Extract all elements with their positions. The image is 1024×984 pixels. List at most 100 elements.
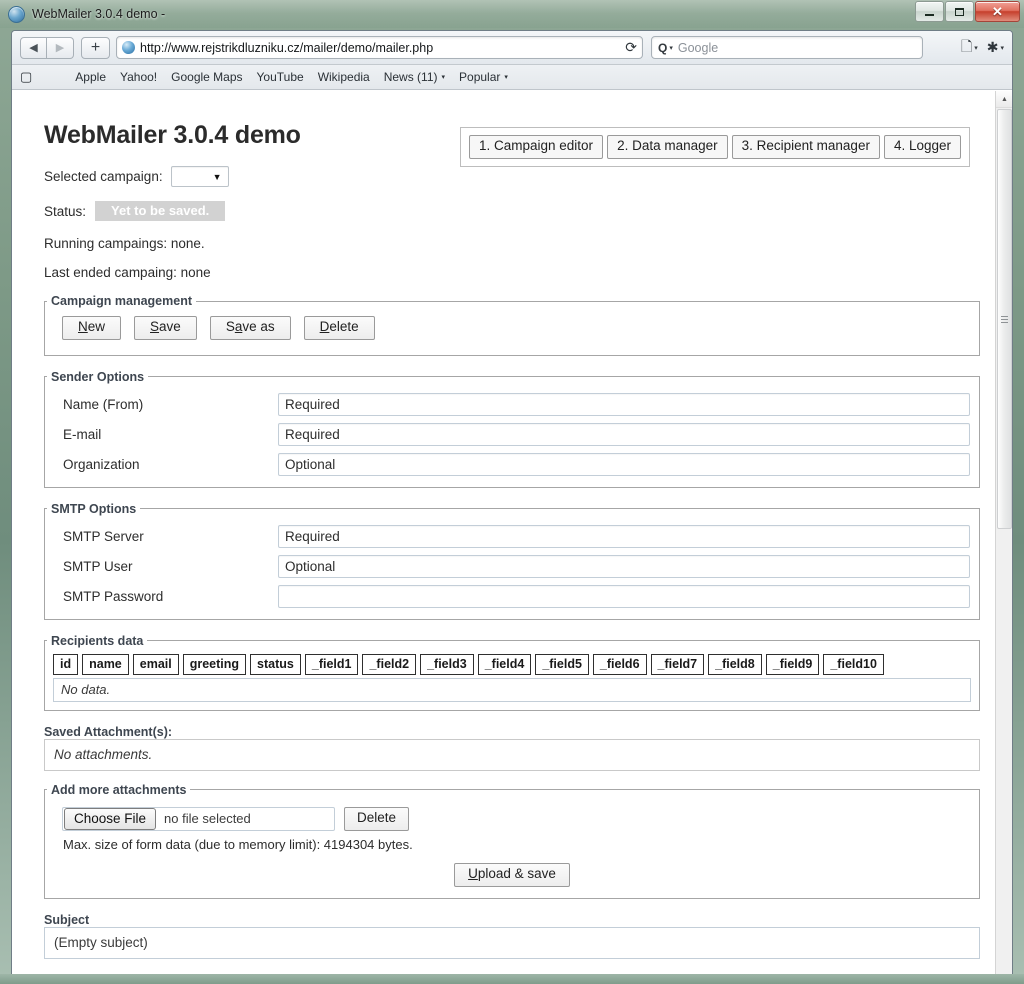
back-button[interactable]: ◀ xyxy=(20,36,47,59)
add-attachments-section: Add more attachments Choose File no file… xyxy=(44,782,980,899)
subject-input[interactable]: (Empty subject) xyxy=(44,926,980,959)
selected-campaign-row: Selected campaign: ▼ xyxy=(44,166,980,187)
smtp-user-input[interactable]: Optional xyxy=(278,554,970,578)
tab-campaign-editor[interactable]: 1. Campaign editor xyxy=(468,135,604,159)
organization-input[interactable]: Optional xyxy=(278,452,970,476)
subject-section: Subject (Empty subject) xyxy=(44,912,980,959)
plus-icon: + xyxy=(90,38,101,56)
column-header-field5[interactable]: _field5 xyxy=(535,653,589,675)
last-ended-campaign-row: Last ended campaing: none xyxy=(44,265,211,280)
column-header-email[interactable]: email xyxy=(132,653,179,675)
browser-toolbar: ◀ ▶ + http://www.rejstrikdluzniku.cz/mai… xyxy=(12,31,1012,65)
delete-button[interactable]: Delete xyxy=(303,316,375,340)
scroll-up-button[interactable]: ▲ xyxy=(996,91,1012,108)
close-icon: ✕ xyxy=(992,4,1003,19)
column-header-greeting[interactable]: greeting xyxy=(182,653,247,675)
tab-logger[interactable]: 4. Logger xyxy=(883,135,961,159)
delete-attachment-button[interactable]: Delete xyxy=(344,806,410,831)
status-row: Status: Yet to be saved. xyxy=(44,201,980,221)
max-size-note: Max. size of form data (due to memory li… xyxy=(63,836,413,852)
selected-campaign-label: Selected campaign: xyxy=(44,169,163,184)
toolbar-right-actions: 🗋 ▾ ✱ ▾ xyxy=(951,36,1004,60)
bookmark-wikipedia[interactable]: Wikipedia xyxy=(318,70,370,84)
file-input[interactable]: Choose File no file selected xyxy=(62,806,335,831)
tab-label: 2. Data manager xyxy=(617,138,718,153)
bookmark-news[interactable]: News (11) ▾ xyxy=(384,70,445,84)
column-header-field6[interactable]: _field6 xyxy=(592,653,647,675)
bookmark-youtube[interactable]: YouTube xyxy=(257,70,304,84)
scrollbar-thumb[interactable] xyxy=(997,109,1012,529)
choose-file-button[interactable]: Choose File xyxy=(64,807,157,830)
section-navigation: 1. Campaign editor 2. Data manager 3. Re… xyxy=(459,127,970,167)
settings-button[interactable]: ✱ ▾ xyxy=(987,39,1004,56)
upload-and-save-button[interactable]: Upload & save xyxy=(454,862,570,887)
tab-label: 1. Campaign editor xyxy=(478,138,594,153)
new-button[interactable]: New xyxy=(62,316,122,340)
column-header-field10[interactable]: _field10 xyxy=(823,653,884,675)
back-icon: ◀ xyxy=(29,42,38,54)
bookmark-apple[interactable]: Apple xyxy=(75,70,106,84)
column-header-status[interactable]: status xyxy=(250,653,301,675)
column-header-field8[interactable]: _field8 xyxy=(708,653,762,675)
new-tab-button[interactable]: + xyxy=(81,36,110,59)
address-bar[interactable]: http://www.rejstrikdluzniku.cz/mailer/de… xyxy=(116,36,643,59)
top-sites-grid-icon[interactable] xyxy=(46,72,61,83)
chevron-down-icon: ▾ xyxy=(974,44,978,52)
maximize-button[interactable] xyxy=(945,1,974,22)
column-header-name[interactable]: name xyxy=(82,653,129,675)
column-header-field9[interactable]: _field9 xyxy=(765,653,820,675)
search-bar[interactable]: Q ▾ Google xyxy=(651,36,923,59)
file-upload-row: Choose File no file selected Delete xyxy=(54,805,970,831)
search-icon: Q xyxy=(658,40,668,55)
forward-button[interactable]: ▶ xyxy=(47,36,74,59)
page-actions-button[interactable]: 🗋 ▾ xyxy=(961,36,978,60)
site-favicon-icon xyxy=(122,41,135,54)
campaign-select[interactable]: ▼ xyxy=(170,166,229,187)
page-scrollbar[interactable]: ▲ xyxy=(995,91,1012,974)
globe-icon xyxy=(8,5,25,23)
bookmark-label: News (11) xyxy=(383,70,438,84)
scrollbar-grip-icon xyxy=(1001,315,1008,323)
recipients-empty-message: No data. xyxy=(53,677,971,702)
column-header-field7[interactable]: _field7 xyxy=(650,653,705,675)
subject-legend: Subject xyxy=(44,912,90,927)
window-bottom-edge xyxy=(0,974,1024,984)
save-as-button[interactable]: Save as xyxy=(209,316,291,340)
search-engine-caret-icon[interactable]: ▾ xyxy=(669,44,673,52)
column-header-field2[interactable]: _field2 xyxy=(362,653,417,675)
bookmarks-bar: ▢ Apple Yahoo! Google Maps YouTube Wikip… xyxy=(12,65,1012,90)
status-label: Status: xyxy=(44,203,87,219)
column-header-id[interactable]: id xyxy=(53,653,79,675)
field-row: SMTP User Optional xyxy=(54,554,970,578)
smtp-server-input[interactable]: Required xyxy=(278,524,970,548)
name-from-input[interactable]: Required xyxy=(278,392,970,416)
bookmark-popular[interactable]: Popular ▾ xyxy=(459,70,508,84)
field-row: SMTP Password xyxy=(54,584,970,608)
tab-label: 4. Logger xyxy=(893,138,951,153)
column-header-field1[interactable]: _field1 xyxy=(304,653,359,675)
tab-recipient-manager[interactable]: 3. Recipient manager xyxy=(731,135,880,159)
smtp-server-label: SMTP Server xyxy=(63,528,144,544)
reload-icon[interactable]: ⟳ xyxy=(619,39,637,56)
window-controls: ✕ xyxy=(915,1,1020,22)
page-icon: 🗋 xyxy=(960,37,973,54)
save-button[interactable]: Save xyxy=(134,316,197,340)
navigation-buttons: ◀ ▶ xyxy=(20,36,74,59)
tab-label: 3. Recipient manager xyxy=(741,138,870,153)
smtp-password-input[interactable] xyxy=(278,584,970,608)
bookmark-yahoo[interactable]: Yahoo! xyxy=(120,70,157,84)
bookmarks-book-icon[interactable]: ▢ xyxy=(20,69,32,85)
upload-row: Upload & save xyxy=(54,852,970,890)
bookmark-google-maps[interactable]: Google Maps xyxy=(171,70,242,84)
column-header-field3[interactable]: _field3 xyxy=(420,653,474,675)
minimize-button[interactable] xyxy=(915,1,944,22)
column-header-field4[interactable]: _field4 xyxy=(477,653,532,675)
page-viewport: WebMailer 3.0.4 demo 1. Campaign editor … xyxy=(12,90,1012,974)
tab-data-manager[interactable]: 2. Data manager xyxy=(607,135,728,159)
search-placeholder: Google xyxy=(677,40,719,55)
bookmark-label: Google Maps xyxy=(171,70,243,84)
file-name-text: no file selected xyxy=(164,811,251,827)
email-input[interactable]: Required xyxy=(278,422,970,446)
close-button[interactable]: ✕ xyxy=(975,1,1020,22)
campaign-management-buttons: New Save Save as Delete xyxy=(54,312,970,344)
